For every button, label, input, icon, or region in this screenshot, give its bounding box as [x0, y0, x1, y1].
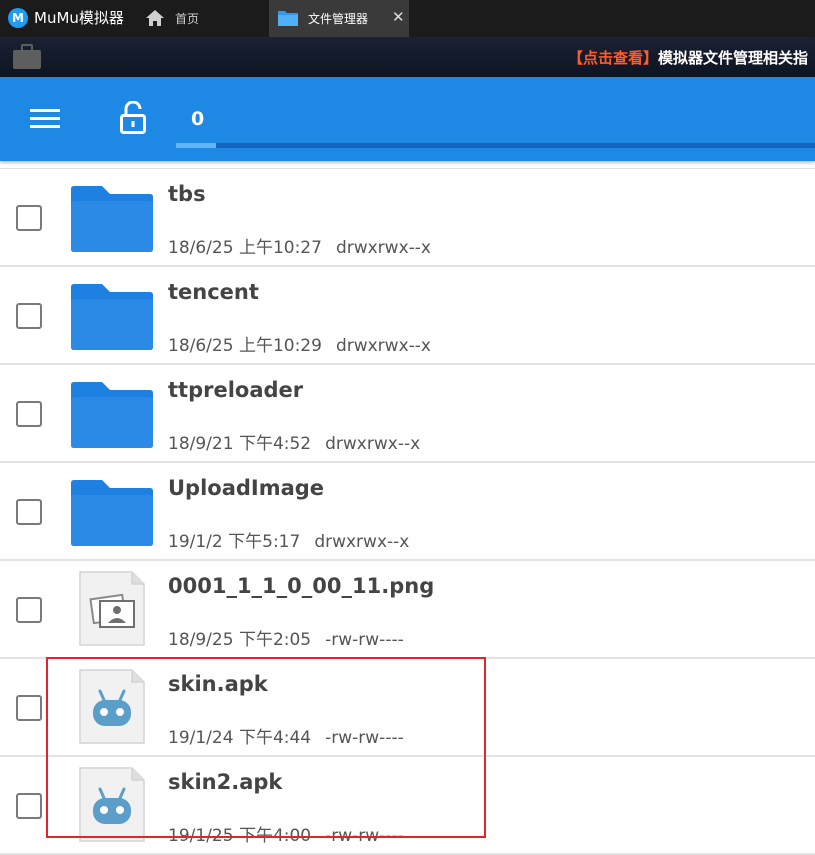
- briefcase-icon[interactable]: [12, 44, 42, 70]
- file-meta: 19/1/2 下午5:17 drwxrwx--x: [168, 527, 409, 552]
- file-row-tencent[interactable]: tencent 18/6/25 上午10:29 drwxrwx--x: [0, 267, 815, 365]
- notice-link[interactable]: 【点击查看】: [568, 49, 658, 67]
- folder-icon: [71, 186, 153, 252]
- row-checkbox[interactable]: [16, 401, 42, 427]
- unlock-icon[interactable]: [119, 101, 147, 135]
- folder-icon: [71, 382, 153, 448]
- file-name: tencent: [168, 280, 259, 304]
- file-row-ttpreloader[interactable]: ttpreloader 18/9/21 下午4:52 drwxrwx--x: [0, 365, 815, 463]
- file-permissions: drwxrwx--x: [335, 336, 431, 356]
- file-date: 18/9/21 下午4:52: [168, 434, 312, 454]
- file-meta: 18/6/25 上午10:27 drwxrwx--x: [168, 233, 431, 258]
- file-date: 18/6/25 上午10:29: [168, 336, 322, 356]
- file-row-uploadimage[interactable]: UploadImage 19/1/2 下午5:17 drwxrwx--x: [0, 463, 815, 561]
- file-date: 18/9/25 下午2:05: [168, 630, 312, 650]
- file-manager-toolbar: 0: [0, 77, 815, 161]
- path-scroll-track: [176, 143, 815, 148]
- folder-icon: [71, 480, 153, 546]
- close-tab-icon[interactable]: ✕: [392, 8, 405, 26]
- row-checkbox[interactable]: [16, 303, 42, 329]
- tab-file-manager-label: 文件管理器: [308, 12, 369, 26]
- tab-home[interactable]: 首页: [138, 0, 266, 37]
- mumu-logo-icon: M: [8, 8, 28, 28]
- file-meta: 18/9/21 下午4:52 drwxrwx--x: [168, 429, 420, 454]
- file-permissions: drwxrwx--x: [325, 434, 421, 454]
- file-permissions: drwxrwx--x: [314, 532, 410, 552]
- notice-bar: 【点击查看】模拟器文件管理相关指: [0, 37, 815, 77]
- file-permissions: drwxrwx--x: [335, 238, 431, 258]
- row-checkbox[interactable]: [16, 499, 42, 525]
- file-name: 0001_1_1_0_00_11.png: [168, 574, 435, 598]
- menu-icon[interactable]: [30, 108, 60, 130]
- tab-file-manager[interactable]: 文件管理器 ✕: [269, 0, 409, 37]
- file-row-tbs[interactable]: tbs 18/6/25 上午10:27 drwxrwx--x: [0, 169, 815, 267]
- file-name: ttpreloader: [168, 378, 304, 402]
- notice-text[interactable]: 【点击查看】模拟器文件管理相关指: [568, 47, 808, 68]
- folder-icon: [278, 11, 298, 26]
- file-meta: 18/6/25 上午10:29 drwxrwx--x: [168, 331, 431, 356]
- file-name: tbs: [168, 182, 206, 206]
- row-checkbox[interactable]: [16, 695, 42, 721]
- path-breadcrumb[interactable]: 0: [191, 108, 204, 130]
- emulator-title-bar: M MuMu模拟器 首页 文件管理器 ✕: [0, 0, 815, 37]
- image-file-icon: [79, 571, 145, 646]
- row-checkbox[interactable]: [16, 205, 42, 231]
- highlight-annotation: [46, 657, 486, 838]
- file-meta: 18/9/25 下午2:05 -rw-rw----: [168, 625, 404, 650]
- file-date: 18/6/25 上午10:27: [168, 238, 322, 258]
- notice-message: 模拟器文件管理相关指: [658, 49, 809, 67]
- file-date: 19/1/2 下午5:17: [168, 532, 301, 552]
- tab-home-label: 首页: [175, 12, 200, 26]
- file-row-png[interactable]: 0001_1_1_0_00_11.png 18/9/25 下午2:05 -rw-r…: [0, 561, 815, 659]
- file-name: UploadImage: [168, 476, 325, 500]
- home-icon: [146, 10, 164, 26]
- path-scroll-indicator: [176, 143, 216, 148]
- folder-icon: [71, 284, 153, 350]
- file-permissions: -rw-rw----: [325, 630, 404, 650]
- row-checkbox[interactable]: [16, 793, 42, 819]
- row-checkbox[interactable]: [16, 597, 42, 623]
- app-title: MuMu模拟器: [34, 9, 124, 27]
